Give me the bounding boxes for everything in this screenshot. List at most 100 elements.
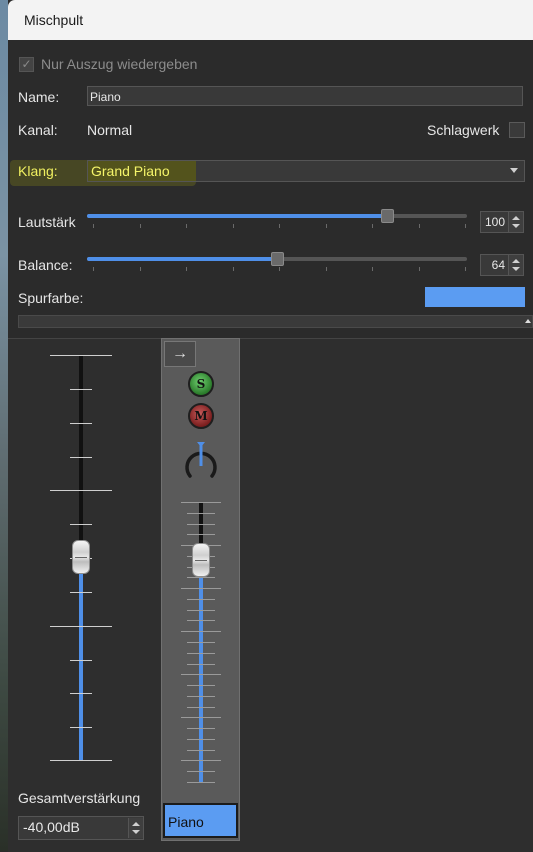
slider-tick — [93, 267, 94, 271]
fader-tick — [181, 588, 221, 589]
solo-button[interactable]: S — [188, 371, 214, 397]
gesamtverstaerkung-value: -40,00dB — [23, 819, 80, 835]
fader-tick — [187, 771, 215, 772]
gesamtverstaerkung-label: Gesamtverstärkung — [18, 790, 141, 806]
arrow-down-icon[interactable] — [512, 267, 520, 271]
gesamt-spin-buttons[interactable] — [128, 818, 143, 838]
slider-tick — [419, 267, 420, 271]
slider-tick — [279, 267, 280, 271]
fader-tick — [187, 599, 215, 600]
chevron-down-icon[interactable] — [510, 168, 518, 173]
fader-tick — [181, 674, 221, 675]
fader-tick — [187, 782, 215, 783]
pan-knob[interactable] — [182, 440, 220, 482]
fader-tick — [187, 642, 215, 643]
balance-spin-buttons[interactable] — [508, 255, 523, 275]
fader-tick — [187, 577, 215, 578]
nur-auszug-checkbox[interactable]: ✓ — [19, 57, 34, 72]
balance-slider-handle[interactable] — [271, 252, 284, 266]
kanal-value: Normal — [87, 122, 133, 138]
slider-tick — [233, 267, 234, 271]
window-title: Mischpult — [24, 12, 84, 28]
fader-tick — [70, 592, 92, 593]
gesamtverstaerkung-spinbox[interactable]: -40,00dB — [18, 816, 144, 840]
balance-value: 64 — [491, 258, 505, 272]
slider-tick — [372, 224, 373, 228]
lautstaerke-spinbox[interactable]: 100 — [480, 211, 524, 233]
arrow-up-icon[interactable] — [512, 259, 520, 263]
schlagwerk-checkbox[interactable] — [509, 122, 525, 138]
name-input[interactable]: Piano — [87, 86, 523, 106]
arrow-right-icon[interactable]: → — [164, 341, 196, 367]
fader-tick — [187, 620, 215, 621]
channel-name: Piano — [168, 814, 204, 830]
fader-tick — [70, 727, 92, 728]
scroll-up-icon[interactable] — [525, 319, 531, 323]
title-bar[interactable]: Mischpult — [8, 0, 533, 40]
spurfarbe-label: Spurfarbe: — [18, 290, 84, 306]
lautstaerke-ticks — [87, 224, 467, 230]
master-fader[interactable] — [50, 355, 112, 761]
arrow-down-icon[interactable] — [512, 224, 520, 228]
nur-auszug-label: Nur Auszug wiedergeben — [41, 56, 198, 72]
horizontal-scrollbar[interactable] — [18, 315, 533, 328]
lautstaerke-spin-buttons[interactable] — [508, 212, 523, 232]
pan-knob-marker — [197, 442, 205, 447]
fader-tick — [187, 534, 215, 535]
fader-tick — [70, 693, 92, 694]
fader-tick — [70, 660, 92, 661]
lautstaerke-label: Lautstärk — [18, 214, 76, 230]
fader-tick — [187, 653, 215, 654]
lautstaerke-slider-handle[interactable] — [381, 209, 394, 223]
fader-tick — [187, 664, 215, 665]
schlagwerk-label: Schlagwerk — [427, 122, 500, 138]
slider-tick — [465, 224, 466, 228]
balance-label: Balance: — [18, 257, 73, 273]
balance-ticks — [87, 267, 467, 273]
fader-tick — [187, 728, 215, 729]
fader-tick — [181, 760, 221, 761]
fader-tick — [187, 685, 215, 686]
fader-tick — [70, 423, 92, 424]
lautstaerke-slider-fill — [87, 214, 387, 218]
channel-fader-knob[interactable] — [192, 543, 210, 577]
arrow-up-icon[interactable] — [132, 822, 140, 826]
fader-tick — [70, 524, 92, 525]
slider-tick — [140, 267, 141, 271]
slider-tick — [326, 224, 327, 228]
slider-tick — [93, 224, 94, 228]
fader-tick — [181, 717, 221, 718]
slider-tick — [419, 224, 420, 228]
fader-tick — [50, 626, 112, 627]
klang-value: Grand Piano — [91, 163, 170, 179]
desktop-background — [0, 0, 8, 851]
balance-slider-fill — [87, 257, 277, 261]
fader-tick — [187, 739, 215, 740]
spurfarbe-color-button[interactable] — [425, 287, 525, 307]
master-fader-knob[interactable] — [72, 540, 90, 574]
slider-tick — [186, 224, 187, 228]
lautstaerke-value: 100 — [484, 215, 505, 229]
slider-tick — [279, 224, 280, 228]
slider-tick — [233, 224, 234, 228]
fader-tick — [50, 355, 112, 356]
kanal-label: Kanal: — [18, 122, 58, 138]
arrow-up-icon[interactable] — [512, 216, 520, 220]
mute-button[interactable]: M — [188, 403, 214, 429]
fader-tick — [70, 457, 92, 458]
fader-tick — [187, 696, 215, 697]
fader-tick — [187, 610, 215, 611]
balance-spinbox[interactable]: 64 — [480, 254, 524, 276]
fader-tick — [187, 524, 215, 525]
slider-tick — [326, 267, 327, 271]
fader-tick — [70, 389, 92, 390]
knob-line — [195, 560, 207, 561]
slider-tick — [186, 267, 187, 271]
arrow-down-icon[interactable] — [132, 830, 140, 834]
name-label: Name: — [18, 89, 60, 105]
channel-fader[interactable] — [181, 500, 221, 784]
fader-tick — [50, 490, 112, 491]
fader-tick — [181, 631, 221, 632]
fader-tick — [187, 750, 215, 751]
fader-tick — [181, 502, 221, 503]
